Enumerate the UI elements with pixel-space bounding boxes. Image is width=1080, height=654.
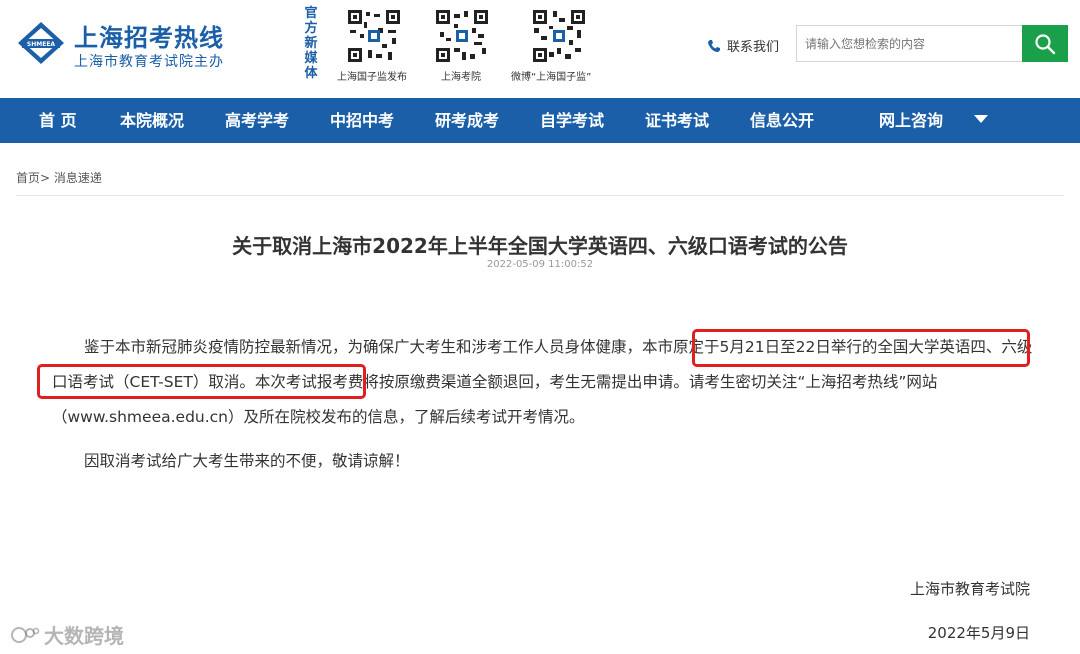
main-nav: 首 页 本院概况 高考学考 中招中考 研考成考 自学考试 证书考试 信息公开 网… [0, 98, 1080, 143]
article-paragraph: 因取消考试给广大考生带来的不便，敬请谅解！ [84, 452, 410, 470]
qr-code-icon [531, 8, 587, 64]
caret-down-icon[interactable] [974, 115, 988, 123]
paragraph-text: 鉴于本市新冠肺炎疫情防控最新情况，为确保广大考生和涉考工作人员身体健康， [84, 338, 643, 356]
breadcrumb-home[interactable]: 首页 [16, 171, 40, 185]
breadcrumb-current[interactable]: 消息速递 [54, 171, 102, 185]
watermark-logo-icon [11, 626, 40, 643]
site-subtitle: 上海市教育考试院主办 [74, 54, 224, 70]
qr-code-icon [434, 8, 490, 64]
watermark-text: 大数跨境 [44, 624, 124, 648]
contact-label[interactable]: 联系我们 [727, 36, 779, 55]
signature-date: 2022年5月9日 [927, 624, 1030, 642]
site-header: SHMEEA 上海招考热线 上海市教育考试院主办 官方新媒体 上海国子监发布 上… [0, 0, 1080, 98]
nav-item-home[interactable]: 首 页 [39, 98, 77, 143]
search-input[interactable] [796, 25, 1022, 62]
nav-item-zixue[interactable]: 自学考试 [540, 98, 604, 143]
article-date: 2022-05-09 11:00:52 [486, 259, 594, 270]
contact-link[interactable]: 联系我们 [707, 36, 779, 55]
qr-caption: 上海考院 [441, 72, 481, 83]
qr-caption: 上海国子监发布 [337, 72, 407, 83]
watermark: 大数跨境 [10, 620, 124, 649]
nav-item-zhongkao[interactable]: 中招中考 [330, 98, 394, 143]
site-title[interactable]: 上海招考热线 [74, 18, 224, 53]
qr-caption: 微博“上海国子监” [511, 72, 592, 83]
divider [16, 195, 1064, 196]
qr-code-icon [346, 8, 402, 64]
highlight-box [37, 364, 366, 399]
breadcrumb: 首页> 消息速递 [16, 169, 102, 186]
nav-item-about[interactable]: 本院概况 [120, 98, 184, 143]
site-logo-icon[interactable]: SHMEEA [16, 20, 66, 66]
nav-item-zhengshu[interactable]: 证书考试 [645, 98, 709, 143]
signature: 上海市教育考试院 [909, 580, 1030, 598]
nav-item-xinxi[interactable]: 信息公开 [750, 98, 814, 143]
phone-icon [708, 39, 720, 52]
svg-text:SHMEEA: SHMEEA [27, 41, 56, 48]
nav-item-gaokao[interactable]: 高考学考 [225, 98, 289, 143]
breadcrumb-separator: > [40, 171, 51, 185]
search-button[interactable] [1022, 25, 1068, 62]
highlight-box [692, 329, 1030, 367]
search-icon [1035, 33, 1056, 54]
nav-item-yankao[interactable]: 研考成考 [435, 98, 499, 143]
nav-item-zixun[interactable]: 网上咨询 [879, 98, 943, 143]
article-title: 关于取消上海市2022年上半年全国大学英语四、六级口语考试的公告 [232, 234, 848, 258]
media-label: 官方新媒体 [304, 6, 318, 81]
